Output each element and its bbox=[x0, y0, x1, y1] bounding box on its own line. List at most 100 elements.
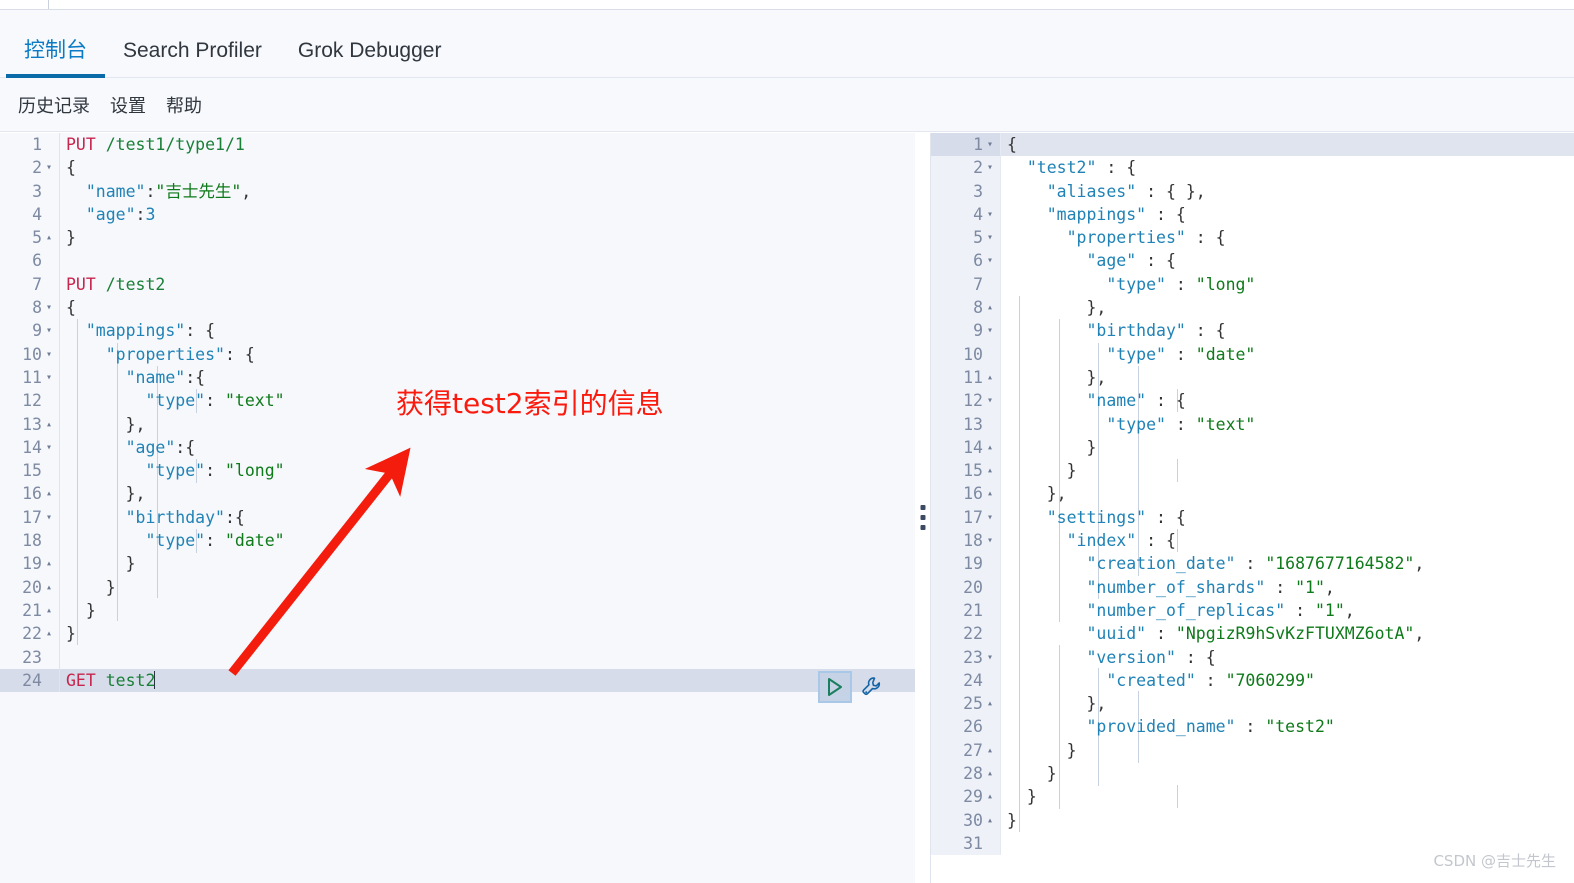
fold-toggle-icon[interactable]: ▾ bbox=[983, 506, 997, 529]
fold-toggle-icon[interactable]: ▾ bbox=[983, 133, 997, 156]
code-line[interactable]: 21 "number_of_replicas" : "1", bbox=[931, 598, 1574, 623]
fold-toggle-icon[interactable]: ▴ bbox=[42, 552, 56, 575]
code-line[interactable]: 18 "type": "date" bbox=[0, 529, 915, 553]
code-line[interactable]: 19 "creation_date" : "1687677164582", bbox=[931, 552, 1574, 576]
code-line[interactable]: 17 ▾ "birthday":{ bbox=[0, 505, 915, 530]
fold-toggle-icon[interactable]: ▴ bbox=[42, 576, 56, 599]
fold-toggle-icon[interactable]: ▴ bbox=[983, 739, 997, 762]
code-line[interactable]: 15 "type": "long" bbox=[0, 459, 915, 483]
code-line[interactable]: 25 ▴ }, bbox=[931, 692, 1574, 716]
console-request-editor[interactable]: 1 PUT /test1/type1/1 2 ▾{3 "name":"吉士先生", 4 … bbox=[0, 133, 915, 883]
fold-toggle-icon[interactable]: ▴ bbox=[983, 459, 997, 482]
tab-grok-debugger[interactable]: Grok Debugger bbox=[280, 40, 460, 77]
toolbar-item-settings[interactable]: 设置 bbox=[100, 92, 156, 118]
code-line[interactable]: 13 "type" : "text" bbox=[931, 412, 1574, 436]
fold-toggle-icon[interactable]: ▾ bbox=[42, 296, 56, 319]
toolbar-item-history[interactable]: 历史记录 bbox=[8, 92, 100, 118]
code-line[interactable]: 8 ▴ }, bbox=[931, 296, 1574, 320]
fold-toggle-icon[interactable]: ▾ bbox=[42, 506, 56, 529]
tab-search-profiler[interactable]: Search Profiler bbox=[105, 40, 280, 77]
fold-toggle-icon[interactable]: ▾ bbox=[42, 156, 56, 179]
code-line[interactable]: 10 ▾ "properties": { bbox=[0, 342, 915, 366]
code-line[interactable]: 31 bbox=[931, 831, 1574, 856]
fold-toggle-icon[interactable]: ▾ bbox=[983, 389, 997, 412]
code-line[interactable]: 8 ▾ { bbox=[0, 296, 915, 320]
fold-toggle-icon[interactable]: ▴ bbox=[42, 482, 56, 505]
code-line[interactable]: 13 ▴ }, bbox=[0, 412, 915, 436]
code-line[interactable]: 24 GET test2 bbox=[0, 668, 915, 693]
code-line[interactable]: 2 ▾ "test2" : { bbox=[931, 156, 1574, 180]
toolbar-item-help[interactable]: 帮助 bbox=[156, 92, 212, 118]
code-line[interactable]: 11 ▾ "name":{ bbox=[0, 365, 915, 390]
fold-toggle-icon[interactable]: ▾ bbox=[983, 249, 997, 272]
code-line[interactable]: 2 ▾ { bbox=[0, 156, 915, 180]
fold-toggle-icon[interactable]: ▾ bbox=[42, 343, 56, 366]
code-line[interactable]: 7 PUT /test2 bbox=[0, 272, 915, 297]
code-line[interactable]: 28 ▴ } bbox=[931, 762, 1574, 786]
fold-toggle-icon[interactable]: ▴ bbox=[42, 226, 56, 249]
fold-toggle-icon[interactable]: ▴ bbox=[983, 762, 997, 785]
fold-toggle-icon[interactable]: ▾ bbox=[42, 436, 56, 459]
run-request-controls[interactable] bbox=[818, 671, 886, 703]
code-line[interactable]: 16 ▴ }, bbox=[0, 482, 915, 506]
code-line[interactable]: 12 "type": "text" bbox=[0, 389, 915, 413]
code-line[interactable]: 3 "aliases" : { }, bbox=[931, 179, 1574, 203]
fold-toggle-icon[interactable]: ▾ bbox=[983, 156, 997, 179]
code-line[interactable]: 23 ▾ "version" : { bbox=[931, 645, 1574, 669]
code-line[interactable]: 3 "name":"吉士先生", bbox=[0, 179, 915, 203]
code-line[interactable]: 14 ▴ } bbox=[931, 435, 1574, 460]
fold-toggle-icon[interactable]: ▴ bbox=[983, 436, 997, 459]
code-line[interactable]: 9 ▾ "birthday" : { bbox=[931, 319, 1574, 343]
fold-toggle-icon[interactable]: ▴ bbox=[983, 785, 997, 808]
code-line[interactable]: 22 ▴} bbox=[0, 622, 915, 646]
fold-toggle-icon[interactable]: ▾ bbox=[42, 319, 56, 342]
tab-console[interactable]: 控制台 bbox=[6, 40, 105, 78]
code-line[interactable]: 15 ▴ } bbox=[931, 459, 1574, 483]
fold-toggle-icon[interactable]: ▾ bbox=[983, 529, 997, 552]
code-line[interactable]: 19 ▴ } bbox=[0, 552, 915, 576]
code-line[interactable]: 14 ▾ "age":{ bbox=[0, 435, 915, 460]
code-line[interactable]: 21 ▴ } bbox=[0, 598, 915, 623]
code-line[interactable]: 27 ▴ } bbox=[931, 738, 1574, 763]
code-line[interactable]: 4 ▾ "mappings" : { bbox=[931, 202, 1574, 227]
code-line[interactable]: 24 "created" : "7060299" bbox=[931, 668, 1574, 693]
fold-toggle-icon[interactable]: ▴ bbox=[983, 692, 997, 715]
fold-toggle-icon[interactable]: ▾ bbox=[983, 646, 997, 669]
fold-toggle-icon[interactable]: ▴ bbox=[983, 296, 997, 319]
code-line[interactable]: 7 "type" : "long" bbox=[931, 272, 1574, 297]
fold-toggle-icon[interactable]: ▾ bbox=[42, 366, 56, 389]
code-line[interactable]: 6 ▾ "age" : { bbox=[931, 249, 1574, 273]
code-line[interactable]: 9 ▾ "mappings": { bbox=[0, 319, 915, 343]
code-line[interactable]: 26 "provided_name" : "test2" bbox=[931, 715, 1574, 739]
code-line[interactable]: 20 ▴ } bbox=[0, 575, 915, 599]
console-response-viewer[interactable]: 1 ▾{2 ▾ "test2" : {3 "aliases" : { }, 4 ▾ "m… bbox=[931, 133, 1574, 883]
code-line[interactable]: 1 ▾ { bbox=[931, 133, 1574, 157]
code-line[interactable]: 29 ▴ } bbox=[931, 785, 1574, 809]
code-line[interactable]: 12 ▾ "name" : { bbox=[931, 389, 1574, 413]
fold-toggle-icon[interactable]: ▾ bbox=[983, 226, 997, 249]
code-line[interactable]: 10 "type" : "date" bbox=[931, 342, 1574, 366]
code-line[interactable]: 5 ▾ "properties" : { bbox=[931, 226, 1574, 250]
code-line[interactable]: 17 ▾ "settings" : { bbox=[931, 505, 1574, 530]
code-line[interactable]: 1 PUT /test1/type1/1 bbox=[0, 133, 915, 157]
fold-toggle-icon[interactable]: ▴ bbox=[983, 482, 997, 505]
run-request-button[interactable] bbox=[818, 671, 852, 703]
fold-toggle-icon[interactable]: ▴ bbox=[983, 366, 997, 389]
code-line[interactable]: 4 "age":3 bbox=[0, 202, 915, 227]
pane-resize-handle[interactable] bbox=[915, 133, 931, 883]
code-line[interactable]: 6 bbox=[0, 249, 915, 273]
code-line[interactable]: 18 ▾ "index" : { bbox=[931, 529, 1574, 553]
fold-toggle-icon[interactable]: ▴ bbox=[983, 809, 997, 832]
code-line[interactable]: 20 "number_of_shards" : "1", bbox=[931, 575, 1574, 599]
fold-toggle-icon[interactable]: ▴ bbox=[42, 413, 56, 436]
resize-grip-dots[interactable] bbox=[920, 505, 926, 530]
code-line[interactable]: 22 "uuid" : "NpgizR9hSvKzFTUXMZ6otA", bbox=[931, 622, 1574, 646]
code-line[interactable]: 11 ▴ }, bbox=[931, 365, 1574, 390]
code-line[interactable]: 16 ▴ }, bbox=[931, 482, 1574, 506]
wrench-menu-button[interactable] bbox=[858, 672, 886, 702]
fold-toggle-icon[interactable]: ▴ bbox=[42, 622, 56, 645]
fold-toggle-icon[interactable]: ▴ bbox=[42, 599, 56, 622]
code-line[interactable]: 30 ▴} bbox=[931, 808, 1574, 832]
fold-toggle-icon[interactable]: ▾ bbox=[983, 203, 997, 226]
code-line[interactable]: 23 bbox=[0, 645, 915, 669]
